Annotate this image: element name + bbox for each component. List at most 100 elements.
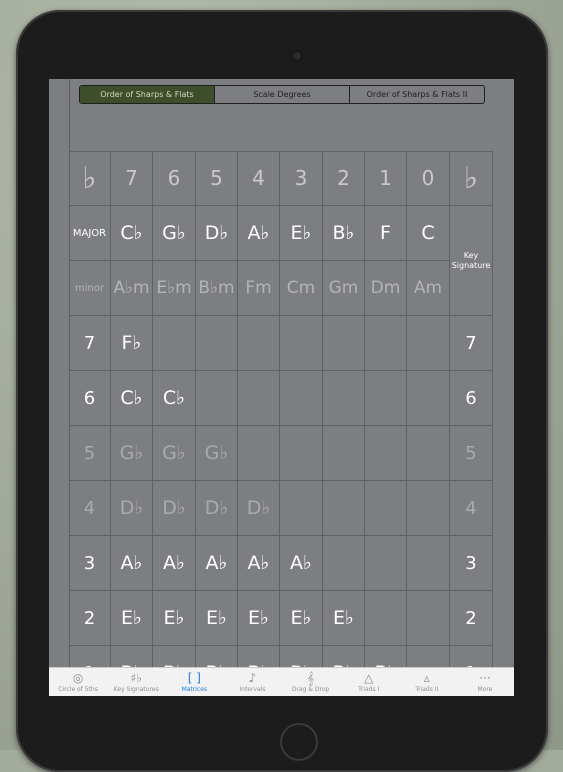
header-cell: 0: [407, 151, 450, 206]
tab-label: Triads II: [415, 686, 439, 693]
home-button[interactable]: [280, 723, 318, 761]
minor-label: minor: [69, 261, 111, 316]
tab-label: Triads I: [358, 686, 380, 693]
matrix-cell: [407, 591, 450, 646]
matrix-cell: G♭: [153, 426, 196, 481]
row-number-right: 2: [450, 591, 493, 646]
minor-key-cell: Cm: [280, 261, 323, 316]
matrix-cell: C♭: [153, 371, 196, 426]
header-cell: 3: [280, 151, 323, 206]
matrix-cell: D♭: [153, 481, 196, 536]
matrix-cell: E♭: [238, 591, 280, 646]
segment-order-of-sharps-flats[interactable]: Order of Sharps & Flats: [80, 86, 215, 103]
row-number-right: 7: [450, 316, 493, 371]
tab-matrices[interactable]: [ ] Matrices: [165, 668, 223, 696]
tab-label: Intervals: [239, 686, 266, 693]
matrix-cell: [323, 481, 365, 536]
header-cell: 1: [365, 151, 407, 206]
row-number: 5: [69, 426, 111, 481]
row-number: 6: [69, 371, 111, 426]
major-key-cell: C: [407, 206, 450, 261]
minor-key-cell: Fm: [238, 261, 280, 316]
row-number-right: 6: [450, 371, 493, 426]
header-cell: 7: [111, 151, 153, 206]
tab-triads-ii[interactable]: ▵ Triads II: [398, 668, 456, 696]
tab-intervals[interactable]: ♪ Intervals: [223, 668, 281, 696]
matrix-cell: E♭: [280, 591, 323, 646]
major-key-cell: E♭: [280, 206, 323, 261]
matrix-cell: A♭: [196, 536, 238, 591]
matrix-cell: [323, 536, 365, 591]
matrix-cell: [238, 316, 280, 371]
matrix-cell: E♭: [196, 591, 238, 646]
matrix-cell: [238, 371, 280, 426]
matrix-cell: E♭: [323, 591, 365, 646]
matrix-cell: D♭: [238, 481, 280, 536]
matrix-cell: [407, 481, 450, 536]
matrix-cell: A♭: [280, 536, 323, 591]
small-triangle-icon: ▵: [423, 671, 430, 685]
major-key-cell: B♭: [323, 206, 365, 261]
tab-more[interactable]: ··· More: [456, 668, 514, 696]
tab-triads-i[interactable]: △ Triads I: [340, 668, 398, 696]
tab-drag-drop[interactable]: 𝄞 Drag & Drop: [282, 668, 340, 696]
tab-label: Circle of 5ths: [58, 686, 98, 693]
header-cell: 6: [153, 151, 196, 206]
note-icon: ♪: [248, 671, 257, 685]
matrix-cell: [323, 426, 365, 481]
matrix-cell: [323, 371, 365, 426]
major-key-cell: D♭: [196, 206, 238, 261]
header-cell: 2: [323, 151, 365, 206]
matrix-cell: [365, 426, 407, 481]
row-number-right: 3: [450, 536, 493, 591]
matrix-cell: [407, 426, 450, 481]
key-matrix-grid: ♭ 7 6 5 4 3 2 1 0 ♭ MAJOR C♭ G♭ D♭ A♭ E♭ B♭ F Cminor A♭m E♭m…: [69, 151, 493, 696]
segment-scale-degrees[interactable]: Scale Degrees: [215, 86, 350, 103]
major-key-cell: F: [365, 206, 407, 261]
matrix-cell: [365, 316, 407, 371]
key-signature-label: Key Signature: [450, 206, 493, 316]
matrix-cell: [196, 316, 238, 371]
matrix-cell: F♭: [111, 316, 153, 371]
minor-key-cell: B♭m: [196, 261, 238, 316]
matrix-cell: E♭: [153, 591, 196, 646]
divider: [69, 79, 70, 151]
matrix-cell: A♭: [111, 536, 153, 591]
major-key-cell: A♭: [238, 206, 280, 261]
row-number: 2: [69, 591, 111, 646]
circle-icon: ◎: [72, 671, 84, 685]
row-number: 4: [69, 481, 111, 536]
matrix-cell: [323, 316, 365, 371]
matrix-cell: [365, 481, 407, 536]
matrix-cell: [365, 371, 407, 426]
tab-label: Key Signatures: [113, 686, 159, 693]
minor-key-cell: E♭m: [153, 261, 196, 316]
matrix-cell: G♭: [111, 426, 153, 481]
tab-bar: ◎ Circle of 5ths ♯♭ Key Signatures[ ] Matric…: [49, 667, 514, 696]
tab-circle-of-5ths[interactable]: ◎ Circle of 5ths: [49, 668, 107, 696]
matrix-cell: [407, 536, 450, 591]
matrix-cell: [407, 371, 450, 426]
matrix-cell: D♭: [196, 481, 238, 536]
matrix-cell: [238, 426, 280, 481]
segmented-control: Order of Sharps & Flats Scale Degrees Or…: [79, 85, 485, 104]
triangle-icon: △: [364, 671, 374, 685]
matrix-cell: [280, 371, 323, 426]
tab-key-signatures[interactable]: ♯♭ Key Signatures: [107, 668, 165, 696]
sharp-flat-icon: ♯♭: [130, 671, 142, 685]
row-number: 7: [69, 316, 111, 371]
matrix-cell: [280, 426, 323, 481]
major-label: MAJOR: [69, 206, 111, 261]
segment-order-of-sharps-flats-ii[interactable]: Order of Sharps & Flats II: [350, 86, 484, 103]
minor-key-cell: Am: [407, 261, 450, 316]
matrix-cell: C♭: [111, 371, 153, 426]
row-number-right: 4: [450, 481, 493, 536]
row-number: 3: [69, 536, 111, 591]
major-key-cell: G♭: [153, 206, 196, 261]
matrix-cell: [280, 481, 323, 536]
matrix-cell: [365, 591, 407, 646]
header-cell: ♭: [450, 151, 493, 206]
header-cell: 5: [196, 151, 238, 206]
minor-key-cell: A♭m: [111, 261, 153, 316]
tab-label: More: [477, 686, 493, 693]
